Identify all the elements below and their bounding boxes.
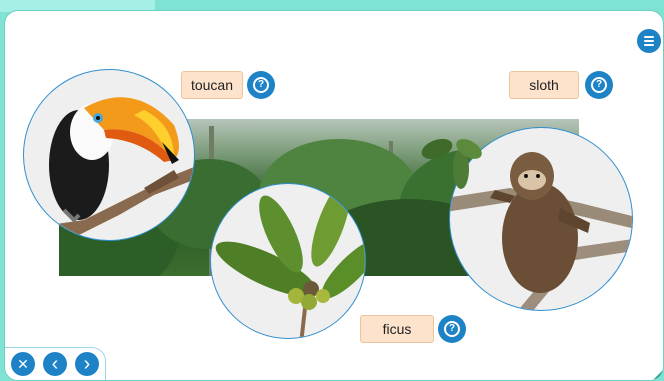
ficus-illustration	[215, 184, 365, 338]
help-button-sloth[interactable]: ?	[585, 71, 613, 99]
help-icon: ?	[591, 77, 607, 93]
label-sloth[interactable]: sloth	[509, 71, 579, 99]
leaf-branch	[421, 138, 482, 189]
help-button-ficus[interactable]: ?	[438, 315, 466, 343]
help-button-toucan[interactable]: ?	[247, 71, 275, 99]
chevron-right-icon: ›	[83, 353, 91, 375]
chevron-left-icon: ‹	[51, 353, 59, 375]
corner-marker	[653, 370, 663, 380]
menu-button[interactable]	[637, 29, 661, 53]
toucan-illustration	[24, 97, 194, 240]
label-ficus[interactable]: ficus	[360, 315, 434, 343]
close-button[interactable]: ✕	[11, 352, 35, 376]
help-icon: ?	[444, 321, 460, 337]
close-icon: ✕	[17, 356, 29, 372]
navigation-bar: ✕ ‹ ›	[5, 347, 106, 380]
previous-button[interactable]: ‹	[43, 352, 67, 376]
activity-card: toucan ? sloth ? ficus ? ✕ ‹ ›	[4, 10, 664, 381]
menu-icon	[644, 36, 654, 38]
help-icon: ?	[253, 77, 269, 93]
next-button[interactable]: ›	[75, 352, 99, 376]
ficus-image[interactable]	[210, 183, 366, 339]
toucan-image[interactable]	[23, 69, 195, 241]
label-toucan[interactable]: toucan	[181, 71, 243, 99]
